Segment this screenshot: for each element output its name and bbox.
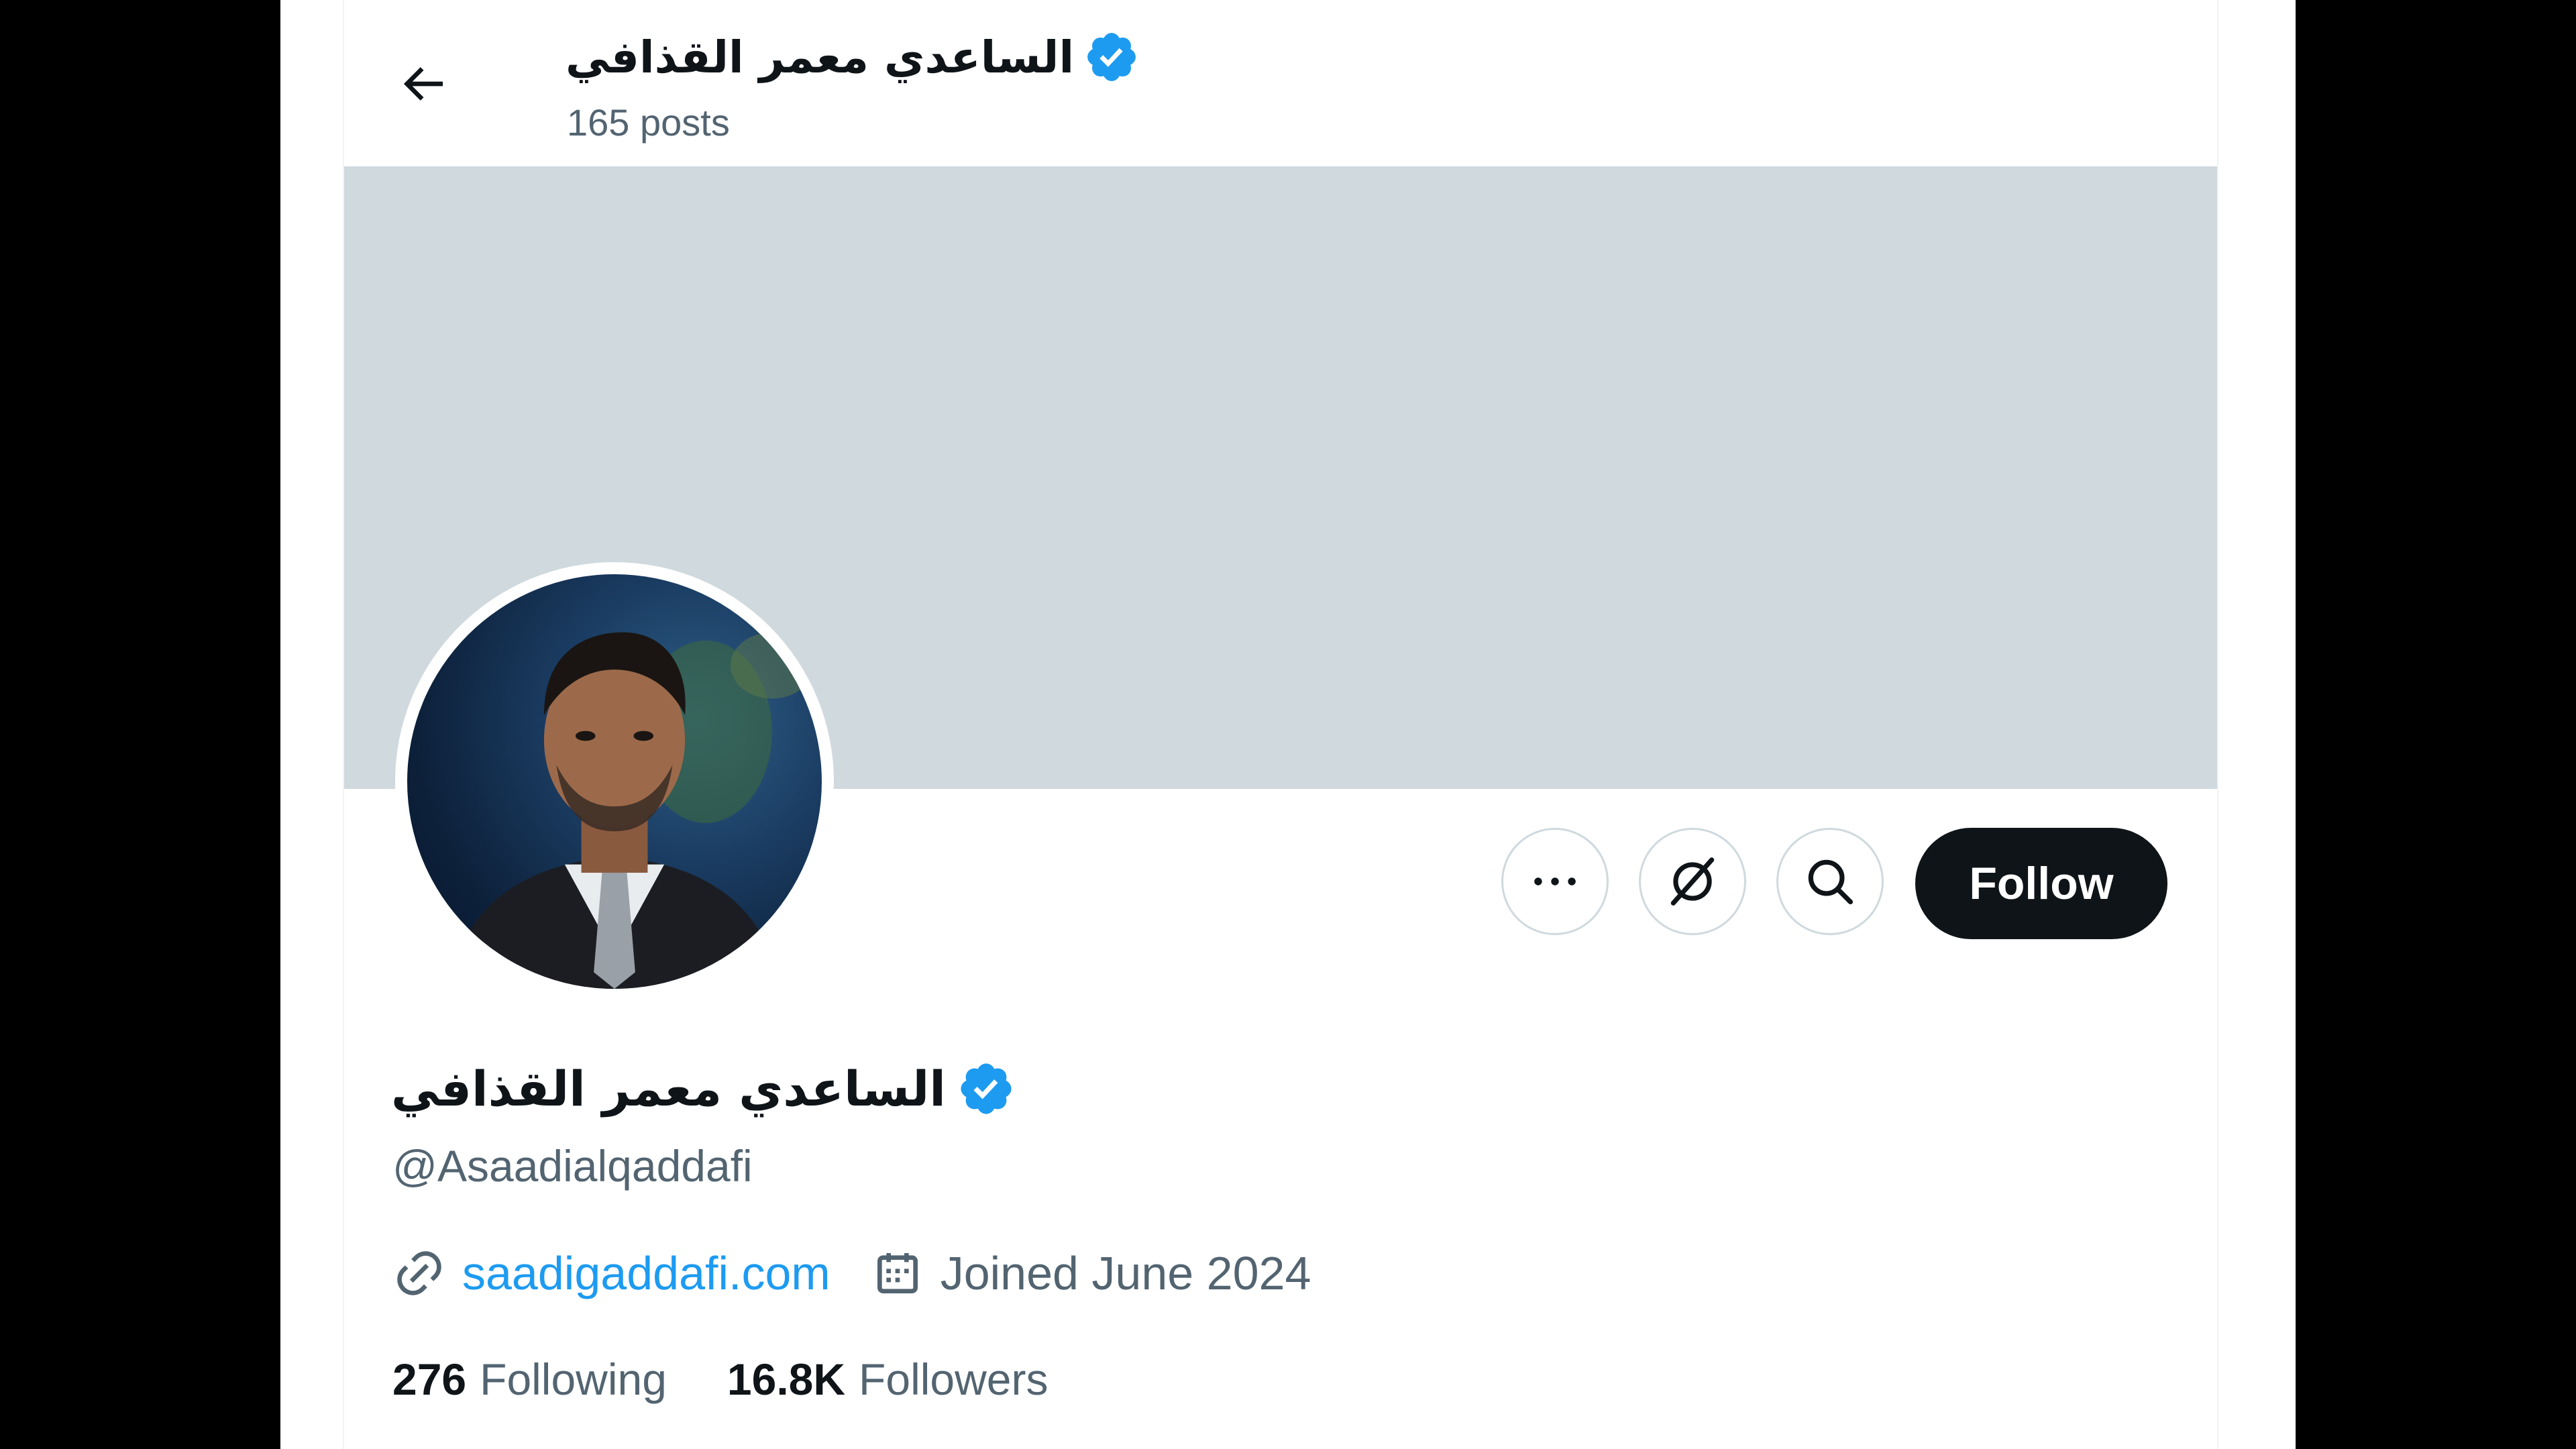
- page-frame: الساعدي معمر القذافي 165 posts Follow ال…: [280, 0, 2296, 1449]
- search-icon: [1808, 859, 1854, 905]
- more-icon: [1534, 877, 1576, 885]
- avatar[interactable]: [395, 562, 834, 1001]
- follow-button[interactable]: Follow: [1915, 828, 2167, 939]
- profile-column: الساعدي معمر القذافي 165 posts Follow ال…: [343, 0, 2218, 1449]
- avatar-photo: [407, 574, 822, 989]
- link-icon: [397, 1251, 441, 1295]
- followers-count: 16.8K: [727, 1354, 846, 1404]
- profile-handle: @Asaadialqaddafi: [392, 1141, 753, 1191]
- following-count: 276: [392, 1354, 467, 1404]
- header-display-name: الساعدي معمر القذافي: [566, 31, 1075, 83]
- grok-icon: [1670, 857, 1715, 906]
- followers-link[interactable]: 16.8K Followers: [727, 1354, 1049, 1405]
- following-link[interactable]: 276 Following: [392, 1354, 667, 1405]
- verified-badge-icon: [1083, 29, 1140, 85]
- followers-label: Followers: [859, 1354, 1049, 1404]
- website-item: saadigaddafi.com: [392, 1246, 830, 1300]
- grok-button[interactable]: [1639, 828, 1746, 935]
- profile-name-row: الساعدي معمر القذافي: [391, 1052, 1016, 1126]
- back-button[interactable]: [379, 40, 466, 127]
- more-button[interactable]: [1501, 828, 1609, 935]
- posts-count: 165 posts: [567, 101, 730, 144]
- following-label: Following: [480, 1354, 667, 1404]
- calendar-icon: [877, 1253, 918, 1293]
- profile-meta: saadigaddafi.com Joined June 2024: [392, 1240, 1351, 1307]
- verified-badge-icon[interactable]: [957, 1059, 1016, 1118]
- search-button[interactable]: [1776, 828, 1884, 935]
- profile-display-name: الساعدي معمر القذافي: [391, 1061, 946, 1117]
- joined-item: Joined June 2024: [871, 1246, 1311, 1300]
- website-link[interactable]: saadigaddafi.com: [462, 1246, 830, 1300]
- profile-stats: 276 Following 16.8K Followers: [392, 1346, 1108, 1413]
- joined-date: Joined June 2024: [940, 1247, 1311, 1299]
- header-title: الساعدي معمر القذافي: [566, 20, 1140, 94]
- arrow-left-icon: [403, 67, 443, 101]
